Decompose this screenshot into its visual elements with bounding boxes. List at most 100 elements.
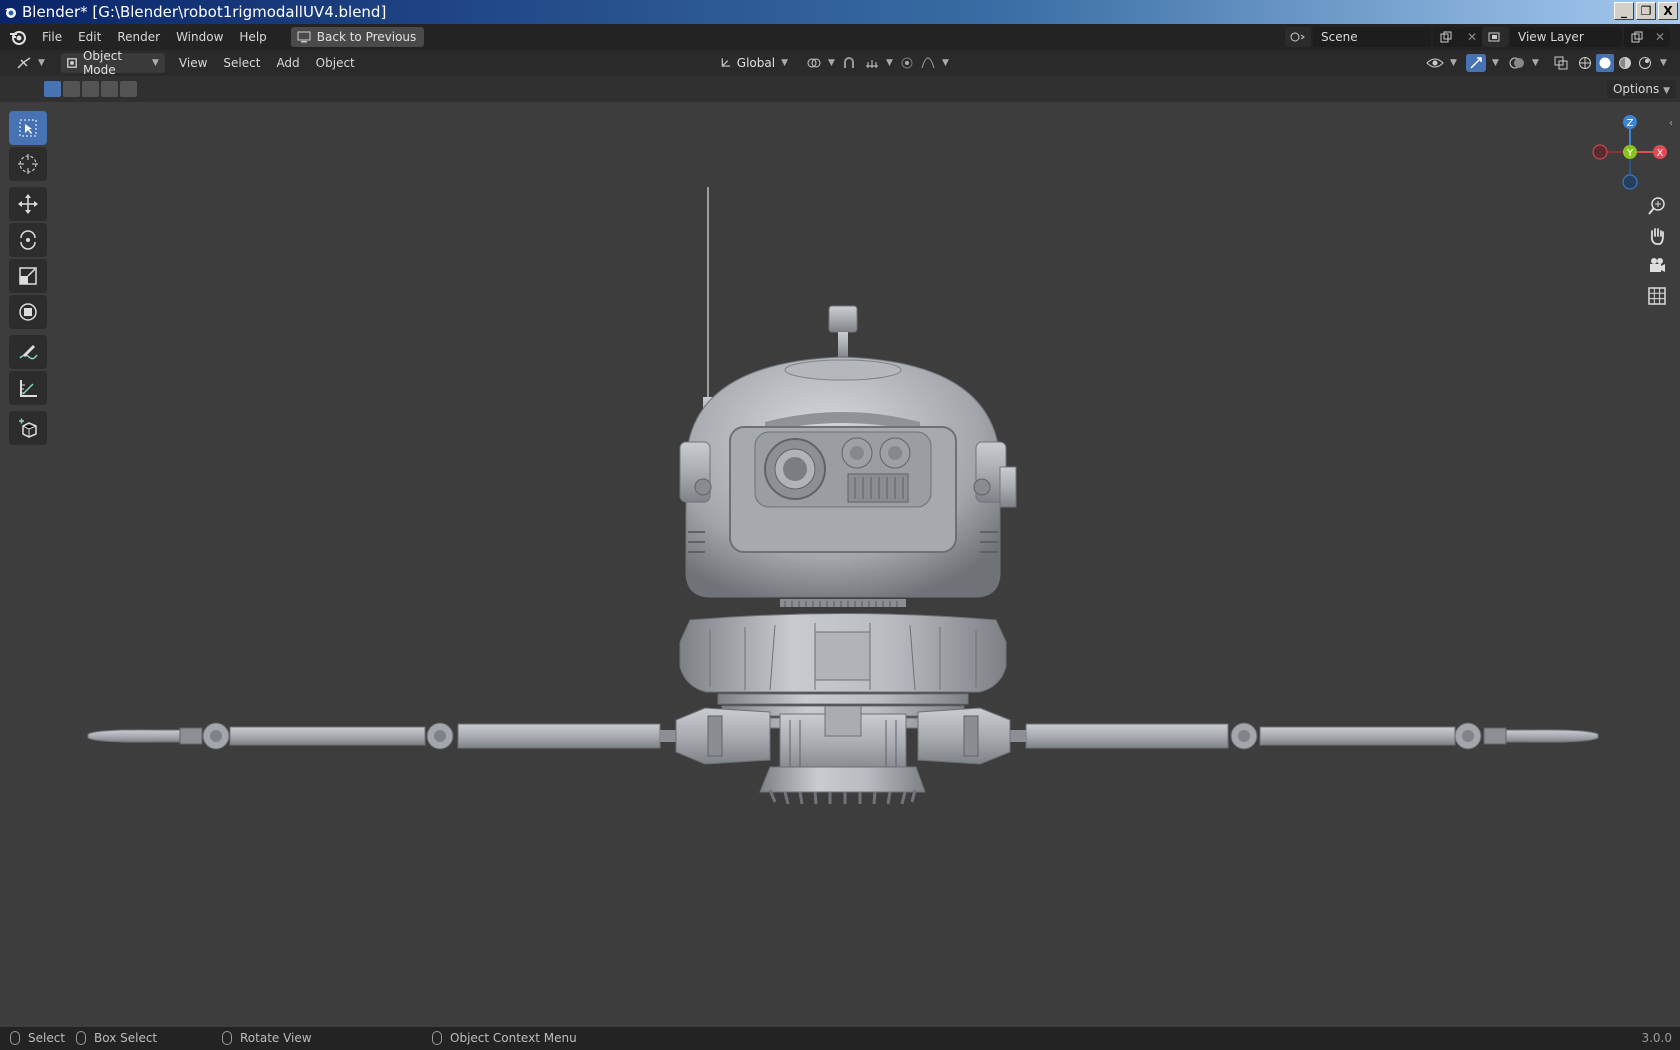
move-tool[interactable] xyxy=(9,187,47,221)
shading-rendered-icon[interactable] xyxy=(1636,54,1654,72)
blender-logo-icon[interactable] xyxy=(8,27,28,47)
gizmo-x-label: X xyxy=(1657,148,1664,159)
shading-options-chevron[interactable]: ▼ xyxy=(1660,54,1667,72)
cursor-icon xyxy=(18,154,38,174)
status-rotate-view-hint: Rotate View xyxy=(222,1031,312,1045)
transform-orientation-dropdown[interactable]: Global ▼ xyxy=(714,53,794,73)
options-dropdown[interactable]: Options ▼ xyxy=(1606,80,1676,98)
visibility-icon xyxy=(1426,58,1444,68)
view-layer-field[interactable]: View Layer xyxy=(1510,27,1622,47)
header-menu-add[interactable]: Add xyxy=(268,50,307,76)
scale-tool[interactable] xyxy=(9,259,47,293)
falloff-icon xyxy=(921,57,935,69)
scene-name: Scene xyxy=(1321,30,1358,44)
pan-button[interactable] xyxy=(1642,222,1672,250)
annotate-tool[interactable] xyxy=(9,335,47,369)
transform-tool[interactable] xyxy=(9,295,47,329)
pan-icon xyxy=(1650,228,1664,245)
overlay-icon xyxy=(1509,57,1524,69)
xray-toggle[interactable] xyxy=(1548,53,1574,73)
version-label: 3.0.0 xyxy=(1641,1031,1672,1045)
gizmo-y-label: Y xyxy=(1626,148,1634,159)
menu-help[interactable]: Help xyxy=(231,24,274,50)
top-menubar: File Edit Render Window Help Back to Pre… xyxy=(0,24,1680,50)
viewport-header: ▼ Object Mode ▼ View Select Add Object G… xyxy=(0,49,1680,77)
delete-view-layer-icon[interactable]: ✕ xyxy=(1650,27,1670,47)
annotate-icon xyxy=(19,345,38,360)
header-menu-view[interactable]: View xyxy=(171,50,215,76)
overlay-dropdown[interactable]: ▼ xyxy=(1502,53,1545,73)
sidebar-toggle-icon[interactable]: ‹ xyxy=(1669,118,1673,129)
close-button[interactable]: X xyxy=(1658,2,1678,20)
select-new-icon[interactable] xyxy=(44,81,61,97)
3d-viewport[interactable] xyxy=(0,102,1680,1027)
back-icon xyxy=(297,31,311,43)
shading-modes: ▼ xyxy=(1576,54,1667,72)
navigation-gizmo[interactable]: Z X Y xyxy=(1585,108,1675,198)
perspective-toggle-button[interactable] xyxy=(1642,282,1672,310)
move-icon xyxy=(18,194,38,214)
snap-dropdown[interactable]: ▼ xyxy=(836,53,899,73)
menu-window[interactable]: Window xyxy=(168,24,231,50)
select-intersect-icon[interactable] xyxy=(120,81,137,97)
minimize-button[interactable]: _ xyxy=(1614,2,1634,20)
selection-mode-group xyxy=(44,81,137,97)
menu-file[interactable]: File xyxy=(34,24,70,50)
view-layer-name: View Layer xyxy=(1518,30,1584,44)
maximize-button[interactable]: ❐ xyxy=(1636,2,1656,20)
grid-icon xyxy=(1648,287,1666,305)
add-cube-tool[interactable] xyxy=(9,411,47,445)
proportional-edit-icon xyxy=(901,57,913,69)
menu-edit[interactable]: Edit xyxy=(70,24,109,50)
editor-type-dropdown[interactable]: ▼ xyxy=(10,53,51,73)
shading-material-icon[interactable] xyxy=(1616,54,1634,72)
measure-icon xyxy=(20,380,37,397)
view-layer-icon[interactable] xyxy=(1482,27,1508,47)
robot-model[interactable] xyxy=(0,102,1680,1027)
camera-view-button[interactable] xyxy=(1642,252,1672,280)
status-box-select-hint: Box Select xyxy=(76,1031,157,1045)
status-rotate-view-label: Rotate View xyxy=(240,1031,312,1045)
visibility-dropdown[interactable]: ▼ xyxy=(1420,53,1463,73)
back-to-previous-label: Back to Previous xyxy=(316,30,417,44)
camera-icon xyxy=(1650,258,1665,272)
header-menu-select[interactable]: Select xyxy=(215,50,268,76)
measure-tool[interactable] xyxy=(9,371,47,405)
add-cube-icon xyxy=(19,418,37,438)
back-to-previous-button[interactable]: Back to Previous xyxy=(290,27,425,47)
pivot-icon xyxy=(807,58,821,68)
status-select-label: Select xyxy=(28,1031,66,1045)
gizmo-dropdown[interactable]: ▼ xyxy=(1460,53,1505,73)
select-box-tool[interactable] xyxy=(9,111,47,145)
menu-render[interactable]: Render xyxy=(109,24,168,50)
select-extend-icon[interactable] xyxy=(63,81,80,97)
select-invert-icon[interactable] xyxy=(101,81,118,97)
cursor-tool[interactable] xyxy=(9,147,47,181)
snap-icon xyxy=(844,57,854,68)
shading-solid-icon[interactable] xyxy=(1596,54,1614,72)
blender-logo-icon xyxy=(5,8,16,18)
header-menu-object[interactable]: Object xyxy=(308,50,363,76)
object-mode-dropdown[interactable]: Object Mode ▼ xyxy=(60,49,165,77)
mouse-left-icon xyxy=(10,1031,20,1045)
status-context-menu-hint: Object Context Menu xyxy=(432,1031,577,1045)
zoom-button[interactable] xyxy=(1642,192,1672,220)
transform-icon xyxy=(19,303,37,321)
pivot-dropdown[interactable]: ▼ xyxy=(800,53,841,73)
select-subtract-icon[interactable] xyxy=(82,81,99,97)
rotate-tool[interactable] xyxy=(9,223,47,257)
shading-wireframe-icon[interactable] xyxy=(1576,54,1594,72)
gizmo-icon[interactable] xyxy=(1466,54,1486,72)
object-mode-label: Object Mode xyxy=(82,49,123,77)
scene-name-field[interactable]: Scene xyxy=(1313,27,1431,47)
new-view-layer-icon[interactable] xyxy=(1624,27,1650,47)
new-scene-icon[interactable] xyxy=(1433,27,1459,47)
window-titlebar: Blender* [G:\Blender\robot1rigmodallUV4.… xyxy=(0,0,1680,24)
scale-icon xyxy=(19,267,37,285)
scene-icon[interactable] xyxy=(1285,27,1311,47)
proportional-edit-dropdown[interactable]: ▼ xyxy=(894,53,955,73)
select-box-icon xyxy=(19,119,37,137)
tool-settings-bar: Options ▼ xyxy=(0,76,1680,102)
snap-increment-icon xyxy=(866,60,878,68)
transform-orientation-icon xyxy=(721,58,731,67)
